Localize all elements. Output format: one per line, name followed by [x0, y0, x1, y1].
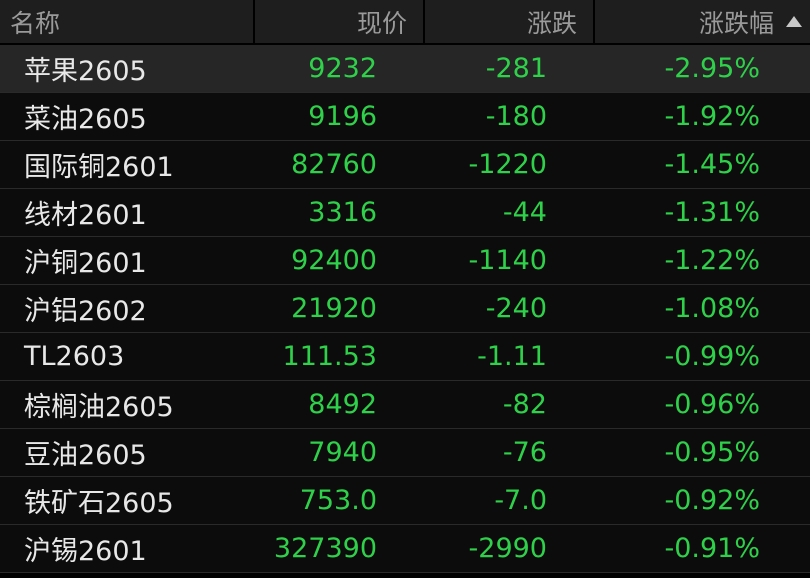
price-change-percent: -1.22% — [664, 245, 760, 276]
price-change-percent: -0.99% — [664, 341, 760, 372]
column-header-change-percent[interactable]: 涨跌幅 — [595, 0, 810, 43]
price-change: -2990 — [468, 533, 547, 564]
table-row[interactable]: 棕榈油2605 8492 -82 -0.96% — [0, 381, 810, 429]
column-header-change[interactable]: 涨跌 — [425, 0, 595, 43]
last-price: 9232 — [308, 53, 377, 84]
last-price: 92400 — [291, 245, 377, 276]
contract-name: 沪铜2601 — [24, 248, 147, 279]
table-row[interactable]: TL2603 111.53 -1.11 -0.99% — [0, 333, 810, 381]
contract-name: 豆油2605 — [24, 440, 147, 471]
table-row[interactable]: 沪铜2601 92400 -1140 -1.22% — [0, 237, 810, 285]
contract-name: 沪锡2601 — [24, 536, 147, 567]
last-price: 9196 — [308, 101, 377, 132]
price-change-percent: -1.31% — [664, 197, 760, 228]
last-price: 3316 — [308, 197, 377, 228]
price-change-percent: -0.96% — [664, 389, 760, 420]
price-change: -1140 — [468, 245, 547, 276]
contract-name: 棕榈油2605 — [24, 392, 174, 423]
contract-name: 国际铜2601 — [24, 152, 174, 183]
table-row[interactable]: 菜油2605 9196 -180 -1.92% — [0, 93, 810, 141]
price-change: -1.11 — [477, 341, 547, 372]
price-change: -281 — [485, 53, 547, 84]
price-change: -7.0 — [494, 485, 547, 516]
table-row[interactable]: 线材2601 3316 -44 -1.31% — [0, 189, 810, 237]
sort-ascending-icon[interactable] — [786, 15, 802, 27]
futures-quote-table: 名称 现价 涨跌 涨跌幅 苹果2605 9232 -281 -2.95% 菜油2… — [0, 0, 810, 578]
contract-name: 菜油2605 — [24, 104, 147, 135]
last-price: 21920 — [291, 293, 377, 324]
price-change-percent: -0.91% — [664, 533, 760, 564]
last-price: 8492 — [308, 389, 377, 420]
price-change: -44 — [502, 197, 547, 228]
contract-name: 线材2601 — [24, 200, 147, 231]
table-row[interactable]: 沪锡2601 327390 -2990 -0.91% — [0, 525, 810, 573]
price-change: -76 — [502, 437, 547, 468]
table-row[interactable]: 国际铜2601 82760 -1220 -1.45% — [0, 141, 810, 189]
last-price: 82760 — [291, 149, 377, 180]
table-row[interactable]: 苹果2605 9232 -281 -2.95% — [0, 45, 810, 93]
table-row[interactable]: 沪铝2602 21920 -240 -1.08% — [0, 285, 810, 333]
price-change: -180 — [485, 101, 547, 132]
price-change-percent: -0.92% — [664, 485, 760, 516]
contract-name: 铁矿石2605 — [24, 488, 174, 519]
table-header: 名称 现价 涨跌 涨跌幅 — [0, 0, 810, 45]
last-price: 7940 — [308, 437, 377, 468]
contract-name: 沪铝2602 — [24, 296, 147, 327]
price-change-percent: -1.08% — [664, 293, 760, 324]
price-change-percent: -2.95% — [664, 53, 760, 84]
table-body: 苹果2605 9232 -281 -2.95% 菜油2605 9196 -180… — [0, 45, 810, 573]
price-change: -240 — [485, 293, 547, 324]
price-change-percent: -1.45% — [664, 149, 760, 180]
price-change: -1220 — [468, 149, 547, 180]
column-header-price[interactable]: 现价 — [255, 0, 425, 43]
last-price: 753.0 — [299, 485, 377, 516]
price-change-percent: -1.92% — [664, 101, 760, 132]
price-change: -82 — [502, 389, 547, 420]
last-price: 111.53 — [282, 341, 377, 372]
table-row[interactable]: 铁矿石2605 753.0 -7.0 -0.92% — [0, 477, 810, 525]
contract-name: 苹果2605 — [24, 56, 147, 87]
table-row[interactable]: 豆油2605 7940 -76 -0.95% — [0, 429, 810, 477]
contract-name: TL2603 — [24, 341, 125, 372]
column-header-name[interactable]: 名称 — [0, 0, 255, 43]
last-price: 327390 — [273, 533, 377, 564]
column-header-change-percent-label: 涨跌幅 — [698, 8, 774, 38]
price-change-percent: -0.95% — [664, 437, 760, 468]
